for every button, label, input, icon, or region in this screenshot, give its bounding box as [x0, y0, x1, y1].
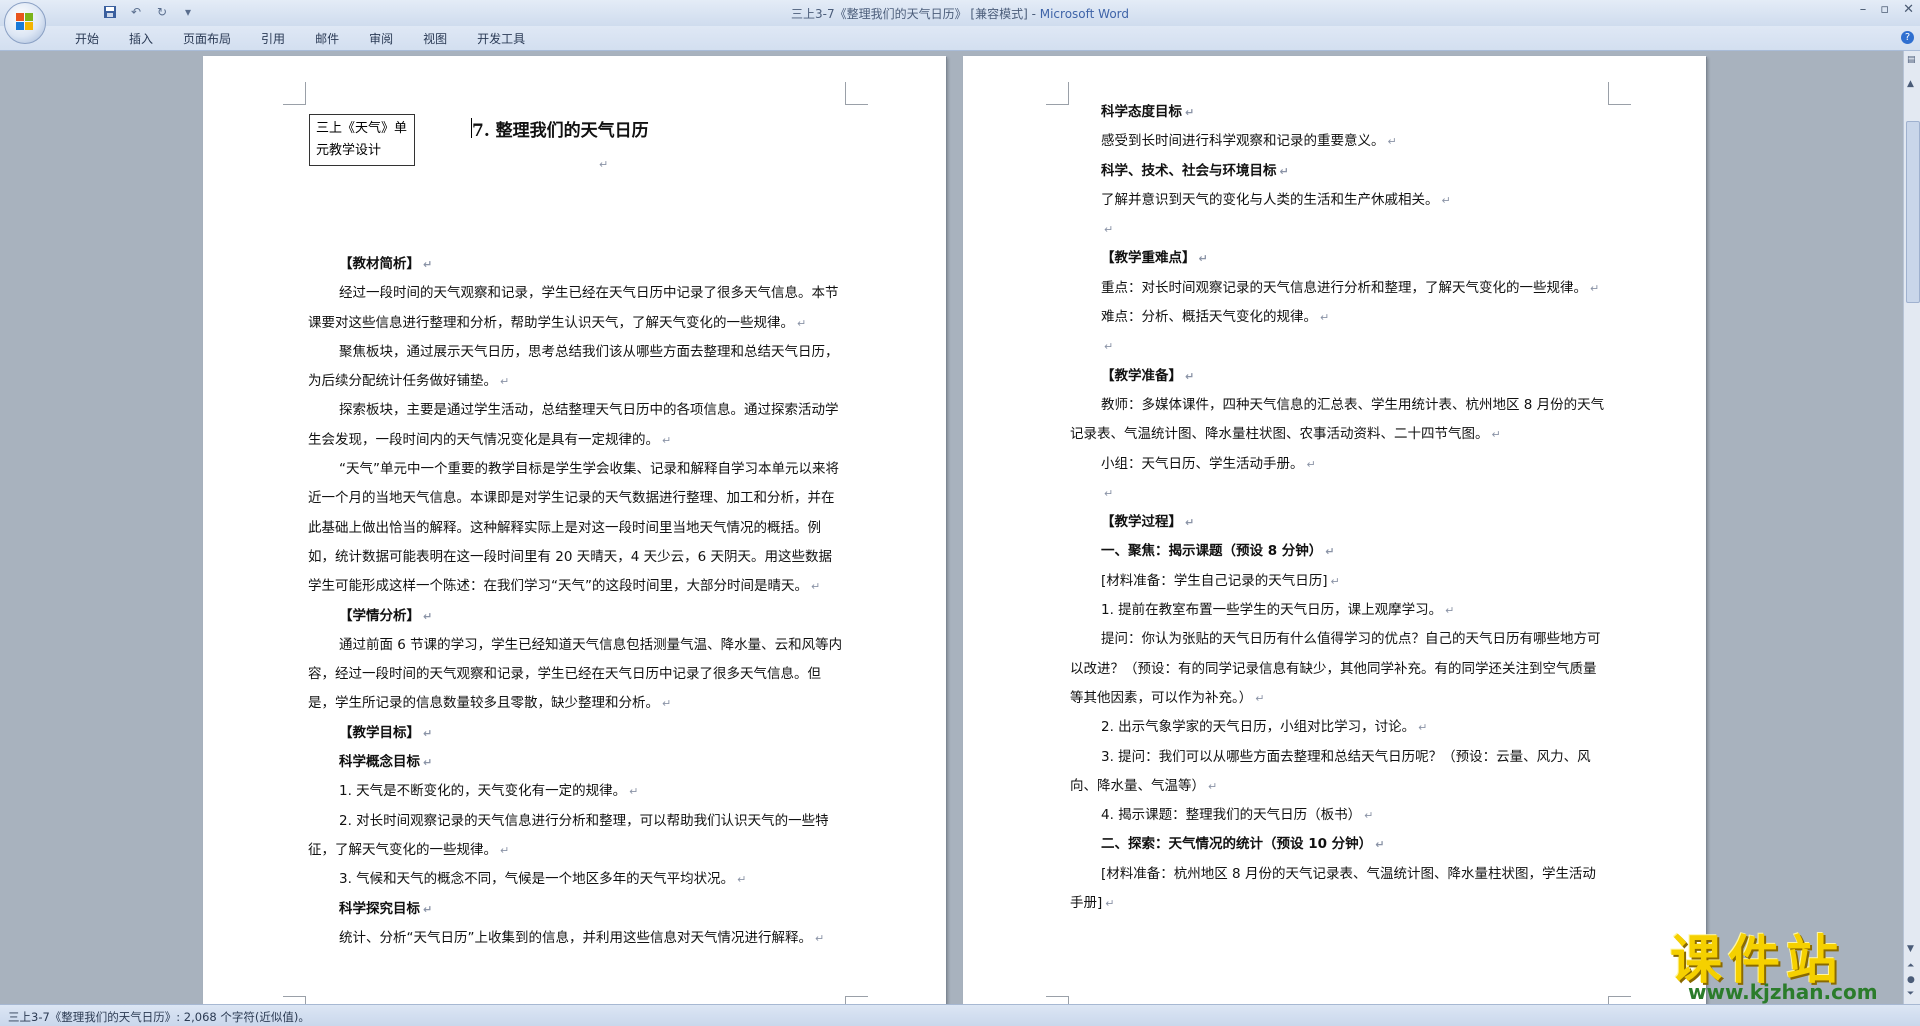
page-1: 三上《天气》单元教学设计 7. 整理我们的天气日历 ↵ 【教材简析】 ↵ 经过一段… — [203, 56, 946, 1004]
crop-mark-bottom-left — [1046, 996, 1069, 1004]
vertical-scrollbar[interactable]: ▤ ▲ ▼ ⏶ ● ⏷ — [1903, 51, 1920, 1004]
paragraph: 聚焦板块，通过展示天气日历，思考总结我们该从哪些方面去整理和总结天气日历，为后续… — [308, 343, 839, 390]
section-heading: 【学情分析】 ↵ — [339, 607, 433, 624]
paragraph: 小组：天气日历、学生活动手册。 ↵ — [1101, 455, 1316, 472]
office-button[interactable] — [4, 2, 46, 44]
paragraph: 重点：对长时间观察记录的天气信息进行分析和整理，了解天气变化的一些规律。 ↵ — [1101, 279, 1600, 296]
empty-paragraph: ↵ — [1104, 486, 1114, 500]
section-heading: 【教学过程】 ↵ — [1101, 514, 1195, 531]
crop-mark-top-left — [1046, 82, 1069, 105]
paragraph: 通过前面 6 节课的学习，学生已经知道天气信息包括测量气温、降水量、云和风等内容… — [308, 636, 843, 712]
paragraph: 经过一段时间的天气观察和记录，学生已经在天气日历中记录了很多天气信息。本节课要对… — [308, 285, 839, 331]
crop-mark-top-left — [283, 82, 306, 105]
tab-references[interactable]: 引用 — [246, 30, 300, 47]
crop-mark-bottom-right — [1608, 996, 1631, 1004]
section-heading: 【教学目标】 ↵ — [339, 724, 433, 741]
paragraph: 探索板块，主要是通过学生活动，总结整理天气日历中的各项信息。通过探索活动学生会发… — [308, 402, 839, 448]
paragraph: “天气”单元中一个重要的教学目标是学生学会收集、记录和解释自学习本单元以来将近一… — [308, 461, 839, 595]
restore-icon[interactable]: ▫ — [1880, 2, 1889, 17]
crop-mark-bottom-right — [845, 996, 868, 1004]
list-item: 1. 提前在教室布置一些学生的天气日历，课上观摩学习。 ↵ — [1101, 602, 1455, 619]
tab-mailings[interactable]: 邮件 — [300, 30, 354, 47]
document-workspace: 三上《天气》单元教学设计 7. 整理我们的天气日历 ↵ 【教材简析】 ↵ 经过一段… — [0, 51, 1903, 1004]
list-item: 2. 出示气象学家的天气日历，小组对比学习，讨论。 ↵ — [1101, 719, 1428, 736]
window-title: 三上3-7《整理我们的天气日历》 [兼容模式] - Microsoft Word — [0, 5, 1920, 22]
paragraph: 难点：分析、概括天气变化的规律。 ↵ — [1101, 309, 1330, 326]
tab-home[interactable]: 开始 — [60, 30, 114, 47]
ribbon-tabs: 开始 插入 页面布局 引用 邮件 审阅 视图 开发工具 — [60, 30, 540, 47]
page-2-content[interactable]: 科学态度目标 ↵ 感受到长时间进行科学观察和记录的重要意义。 ↵ 科学、技术、社会与… — [1070, 98, 1606, 918]
empty-paragraph: ↵ — [1104, 223, 1114, 237]
minimize-icon[interactable]: – — [1860, 2, 1867, 17]
subheading: 二、探索：天气情况的统计（预设 10 分钟） ↵ — [1101, 836, 1385, 853]
ribbon: 开始 插入 页面布局 引用 邮件 审阅 视图 开发工具 ? — [0, 26, 1920, 51]
list-item: 2. 对长时间观察记录的天气信息进行分析和整理，可以帮助我们认识天气的一些特征，… — [308, 812, 829, 858]
paragraph: 感受到长时间进行科学观察和记录的重要意义。 ↵ — [1101, 133, 1397, 150]
subheading: 科学概念目标 ↵ — [339, 754, 433, 771]
subheading: 科学、技术、社会与环境目标 ↵ — [1101, 162, 1289, 179]
window-controls: – ▫ ✕ — [1860, 2, 1914, 17]
paragraph: [材料准备：杭州地区 8 月份的天气记录表、气温统计图、降水量柱状图，学生活动手… — [1070, 865, 1596, 912]
scroll-thumb[interactable] — [1906, 121, 1920, 303]
list-item: 1. 天气是不断变化的，天气变化有一定的规律。 ↵ — [339, 783, 639, 800]
section-heading: 【教材简析】 ↵ — [339, 256, 433, 272]
crop-mark-bottom-left — [283, 996, 306, 1004]
paragraph-mark: ↵ — [599, 158, 609, 171]
tab-insert[interactable]: 插入 — [114, 30, 168, 47]
window-title-app: Microsoft Word — [1039, 7, 1130, 21]
watermark-logo: 课件站 www.kjzhan.com — [1670, 918, 1920, 1004]
tab-view[interactable]: 视图 — [408, 30, 462, 47]
office-logo-icon — [16, 13, 34, 31]
paragraph: 教师：多媒体课件，四种天气信息的汇总表、学生用统计表、杭州地区 8 月份的天气记… — [1070, 396, 1605, 443]
empty-paragraph: ↵ — [1104, 340, 1114, 354]
help-icon[interactable]: ? — [1901, 31, 1914, 44]
list-item: 4. 揭示课题：整理我们的天气日历（板书） ↵ — [1101, 807, 1374, 824]
ruler-toggle-icon[interactable]: ▤ — [1907, 55, 1916, 65]
section-heading: 【教学准备】 ↵ — [1101, 367, 1195, 384]
close-icon[interactable]: ✕ — [1903, 2, 1914, 17]
paragraph: 了解并意识到天气的变化与人类的生活和生产休戚相关。 ↵ — [1101, 191, 1451, 208]
status-bar: 三上3-7《整理我们的天气日历》: 2,068 个字符(近似值)。 — [0, 1004, 1920, 1026]
scroll-up-icon[interactable]: ▲ — [1907, 79, 1914, 89]
crop-mark-top-right — [1608, 82, 1631, 105]
subheading: 一、聚焦：揭示课题（预设 8 分钟） ↵ — [1101, 543, 1335, 560]
subheading: 科学态度目标 ↵ — [1101, 104, 1195, 120]
watermark-url: www.kjzhan.com — [1688, 980, 1878, 1004]
subheading: 科学探究目标 ↵ — [339, 900, 433, 917]
list-item: 3. 气候和天气的概念不同，气候是一个地区多年的天气平均状况。 ↵ — [339, 871, 747, 888]
page-2: 科学态度目标 ↵ 感受到长时间进行科学观察和记录的重要意义。 ↵ 科学、技术、社会与… — [963, 56, 1706, 1004]
title-bar: ↶ ↻ ▾ 三上3-7《整理我们的天气日历》 [兼容模式] - Microsof… — [0, 0, 1920, 27]
paragraph: 统计、分析“天气日历”上收集到的信息，并利用这些信息对天气情况进行解释。 ↵ — [339, 929, 825, 946]
tab-page-layout[interactable]: 页面布局 — [168, 30, 246, 47]
unit-label-box: 三上《天气》单元教学设计 — [309, 114, 415, 166]
paragraph: [材料准备：学生自己记录的天气日历] ↵ — [1101, 572, 1340, 589]
document-title[interactable]: 7. 整理我们的天气日历 — [472, 116, 649, 141]
page-1-content[interactable]: 【教材简析】 ↵ 经过一段时间的天气观察和记录，学生已经在天气日历中记录了很多天气… — [308, 250, 844, 953]
window-title-document: 三上3-7《整理我们的天气日历》 [兼容模式] - — [790, 7, 1040, 21]
paragraph: 提问：你认为张贴的天气日历有什么值得学习的优点？自己的天气日历有哪些地方可以改进… — [1070, 631, 1601, 706]
section-heading: 【教学重难点】 ↵ — [1101, 250, 1208, 267]
list-item: 3. 提问：我们可以从哪些方面去整理和总结天气日历呢？（预设：云量、风力、风向、… — [1070, 748, 1591, 794]
crop-mark-top-right — [845, 82, 868, 105]
status-text: 三上3-7《整理我们的天气日历》: 2,068 个字符(近似值)。 — [8, 1010, 310, 1024]
tab-developer[interactable]: 开发工具 — [462, 30, 540, 47]
tab-review[interactable]: 审阅 — [354, 30, 408, 47]
